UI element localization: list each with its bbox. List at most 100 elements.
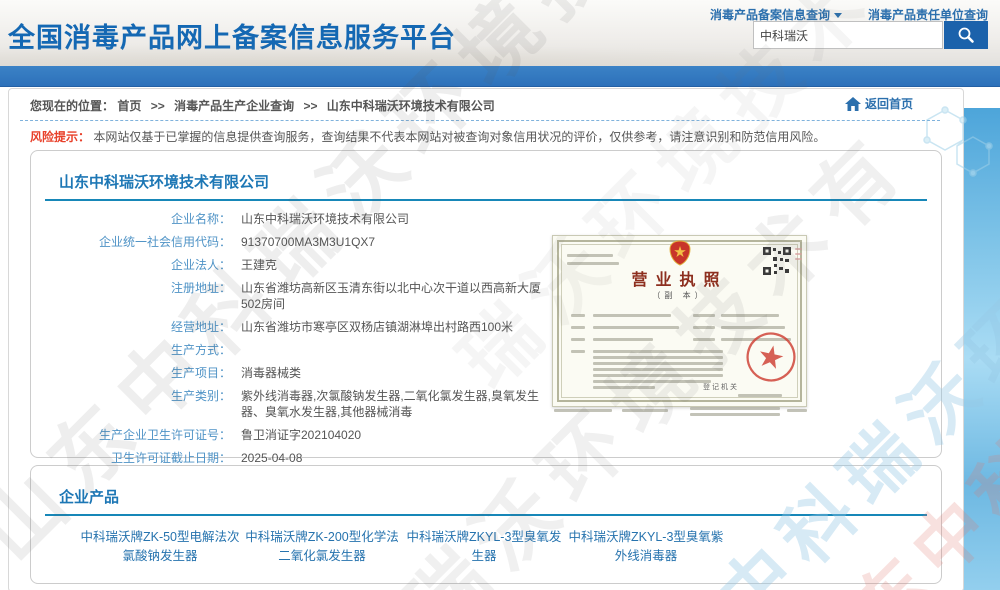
products-box: 企业产品 中科瑞沃牌ZK-50型电解法次氯酸钠发生器 中科瑞沃牌ZK-200型化… — [30, 465, 942, 584]
products-row: 中科瑞沃牌ZK-50型电解法次氯酸钠发生器 中科瑞沃牌ZK-200型化学法二氧化… — [79, 528, 727, 567]
license-body-line — [571, 350, 585, 353]
field-value: 91370700MA3M3U1QX7 — [241, 234, 375, 250]
chevron-down-icon — [834, 13, 842, 18]
breadcrumb: 您现在的位置： 首页 >> 消毒产品生产企业查询 >> 山东中科瑞沃环境技术有限… — [30, 97, 495, 114]
license-title: 营业执照 — [553, 266, 806, 290]
license-body-line — [593, 350, 723, 353]
breadcrumb-link-home[interactable]: 首页 — [117, 99, 141, 113]
field-label: 生产项目： — [31, 365, 231, 381]
field-row: 经营地址： 山东省潍坊市寒亭区双杨店镇湖淋埠出村路西100米 — [31, 319, 576, 335]
red-seal-icon — [744, 330, 798, 384]
license-body-line — [593, 380, 711, 383]
site-title: 全国消毒产品网上备案信息服务平台 — [8, 16, 456, 55]
breadcrumb-prefix: 您现在的位置： — [30, 99, 114, 113]
title-rule — [45, 199, 927, 201]
field-label: 生产类别： — [31, 388, 231, 420]
company-title: 山东中科瑞沃环境技术有限公司 — [59, 171, 269, 192]
license-body-line — [593, 386, 655, 389]
field-value: 消毒器械类 — [241, 365, 301, 381]
field-row: 卫生许可证截止日期： 2025-04-08 — [31, 450, 576, 466]
license-body-line — [593, 314, 671, 317]
company-fields: 企业名称： 山东中科瑞沃环境技术有限公司 企业统一社会信用代码： 9137070… — [31, 211, 576, 473]
license-issuer-label: 登记机关 — [703, 382, 739, 392]
field-row: 企业法人： 王建克 — [31, 257, 576, 273]
license-body-line — [571, 326, 585, 329]
license-body-line — [593, 374, 723, 377]
return-home-label: 返回首页 — [865, 95, 913, 112]
return-home-link[interactable]: 返回首页 — [845, 95, 913, 112]
license-body-line — [593, 362, 723, 365]
products-title: 企业产品 — [59, 486, 119, 507]
business-license-image: 营业执照 （副 本） — [552, 235, 807, 421]
field-row: 生产方式： — [31, 342, 576, 358]
field-label: 卫生许可证截止日期： — [31, 450, 231, 466]
field-label: 生产企业卫生许可证号： — [31, 427, 231, 443]
license-body-line — [571, 314, 585, 317]
field-row: 企业名称： 山东中科瑞沃环境技术有限公司 — [31, 211, 576, 227]
national-emblem-icon — [668, 240, 692, 266]
header: 全国消毒产品网上备案信息服务平台 消毒产品备案信息查询 消毒产品责任单位查询 — [0, 0, 1000, 66]
product-link-zkyl3-ozone[interactable]: 中科瑞沃牌ZKYL-3型臭氧发生器 — [403, 528, 565, 567]
decorative-side-image — [962, 108, 1000, 590]
field-row: 生产项目： 消毒器械类 — [31, 365, 576, 381]
field-row: 注册地址： 山东省潍坊高新区玉清东街以北中心次干道以西高新大厦502房间 — [31, 280, 576, 312]
page: 全国消毒产品网上备案信息服务平台 消毒产品备案信息查询 消毒产品责任单位查询 — [0, 0, 1000, 590]
breadcrumb-current: 山东中科瑞沃环境技术有限公司 — [327, 99, 495, 113]
license-body-line — [593, 326, 679, 329]
field-label: 企业名称： — [31, 211, 231, 227]
license-body-line — [571, 338, 585, 341]
license-paper: 营业执照 （副 本） — [552, 235, 807, 407]
license-body-line — [721, 314, 779, 317]
home-icon — [845, 97, 861, 111]
license-caption — [690, 407, 780, 410]
search-input[interactable] — [753, 21, 943, 49]
field-value: 王建克 — [241, 257, 277, 273]
field-value: 鲁卫消证字202104020 — [241, 427, 361, 443]
field-label: 生产方式： — [31, 342, 231, 358]
breadcrumb-link-enterprise-query[interactable]: 消毒产品生产企业查询 — [174, 99, 294, 113]
field-value: 山东省潍坊市寒亭区双杨店镇湖淋埠出村路西100米 — [241, 319, 513, 335]
field-value: 山东省潍坊高新区玉清东街以北中心次干道以西高新大厦502房间 — [241, 280, 559, 312]
field-value: 2025-04-08 — [241, 450, 302, 466]
license-subtitle: （副 本） — [553, 290, 806, 301]
license-caption — [554, 409, 612, 412]
license-date-line — [738, 394, 782, 397]
license-serial — [795, 253, 802, 255]
field-value: 山东中科瑞沃环境技术有限公司 — [241, 211, 409, 227]
product-link-zkyl3-uv[interactable]: 中科瑞沃牌ZKYL-3型臭氧紫外线消毒器 — [565, 528, 727, 567]
license-fine-print — [567, 262, 619, 265]
license-caption — [787, 409, 807, 412]
license-serial — [795, 248, 802, 250]
title-rule — [45, 514, 927, 516]
license-serial — [795, 258, 802, 260]
field-label: 企业统一社会信用代码： — [31, 234, 231, 250]
field-row: 生产类别： 紫外线消毒器,次氯酸钠发生器,二氧化氯发生器,臭氧发生器、臭氧水发生… — [31, 388, 576, 420]
license-body-line — [593, 356, 723, 359]
search-icon — [957, 26, 975, 44]
license-body-line — [693, 314, 715, 317]
license-body-line — [593, 368, 723, 371]
company-info-box: 山东中科瑞沃环境技术有限公司 企业名称： 山东中科瑞沃环境技术有限公司 企业统一… — [30, 150, 942, 458]
product-link-zk50[interactable]: 中科瑞沃牌ZK-50型电解法次氯酸钠发生器 — [79, 528, 241, 567]
license-caption — [690, 413, 780, 416]
license-body-line — [693, 338, 715, 341]
risk-notice-prefix: 风险提示： — [30, 130, 90, 144]
field-row: 生产企业卫生许可证号： 鲁卫消证字202104020 — [31, 427, 576, 443]
search-button[interactable] — [944, 21, 988, 49]
field-label: 企业法人： — [31, 257, 231, 273]
breadcrumb-separator: >> — [151, 99, 165, 113]
license-body-line — [593, 338, 653, 341]
product-link-zk200[interactable]: 中科瑞沃牌ZK-200型化学法二氧化氯发生器 — [241, 528, 403, 567]
dashed-separator — [20, 120, 940, 121]
license-body-line — [693, 326, 715, 329]
license-caption — [622, 409, 668, 412]
risk-notice-text: 本网站仅基于已掌握的信息提供查询服务，查询结果不代表本网站对被查询对象信用状况的… — [93, 130, 825, 144]
header-accent-bar — [0, 66, 1000, 87]
risk-notice: 风险提示： 本网站仅基于已掌握的信息提供查询服务，查询结果不代表本网站对被查询对… — [30, 128, 825, 145]
breadcrumb-separator: >> — [303, 99, 317, 113]
field-label: 经营地址： — [31, 319, 231, 335]
field-label: 注册地址： — [31, 280, 231, 312]
license-fine-print — [567, 254, 613, 257]
field-value: 紫外线消毒器,次氯酸钠发生器,二氧化氯发生器,臭氧发生器、臭氧水发生器,其他器械… — [241, 388, 559, 420]
field-row: 企业统一社会信用代码： 91370700MA3M3U1QX7 — [31, 234, 576, 250]
